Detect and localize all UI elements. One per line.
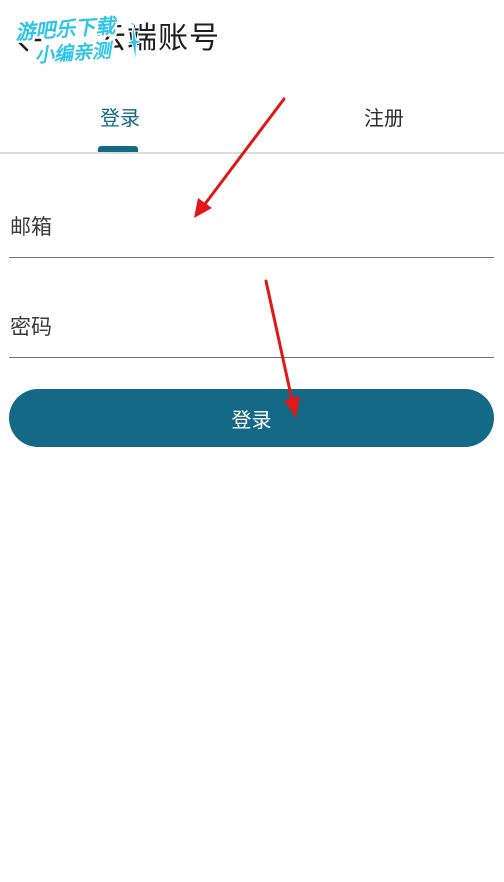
email-input[interactable] bbox=[9, 197, 494, 257]
watermark-logo: 游吧乐下载 小编亲测 bbox=[12, 8, 146, 73]
watermark-line-2: 小编亲测 bbox=[34, 39, 112, 68]
email-field-container bbox=[9, 197, 494, 258]
app-header: 云端账号 游吧乐下载 小编亲测 bbox=[0, 0, 504, 82]
sparkle-icon bbox=[124, 22, 144, 63]
tab-login[interactable]: 登录 bbox=[0, 82, 246, 150]
tab-register[interactable]: 注册 bbox=[258, 82, 504, 150]
auth-tabs: 登录 注册 bbox=[0, 82, 504, 154]
login-page: 云端账号 游吧乐下载 小编亲测 登录 注册 登录 bbox=[0, 0, 504, 882]
active-tab-indicator bbox=[98, 146, 138, 152]
password-field-container bbox=[9, 297, 494, 358]
password-input[interactable] bbox=[9, 297, 494, 357]
login-button[interactable]: 登录 bbox=[9, 389, 494, 447]
